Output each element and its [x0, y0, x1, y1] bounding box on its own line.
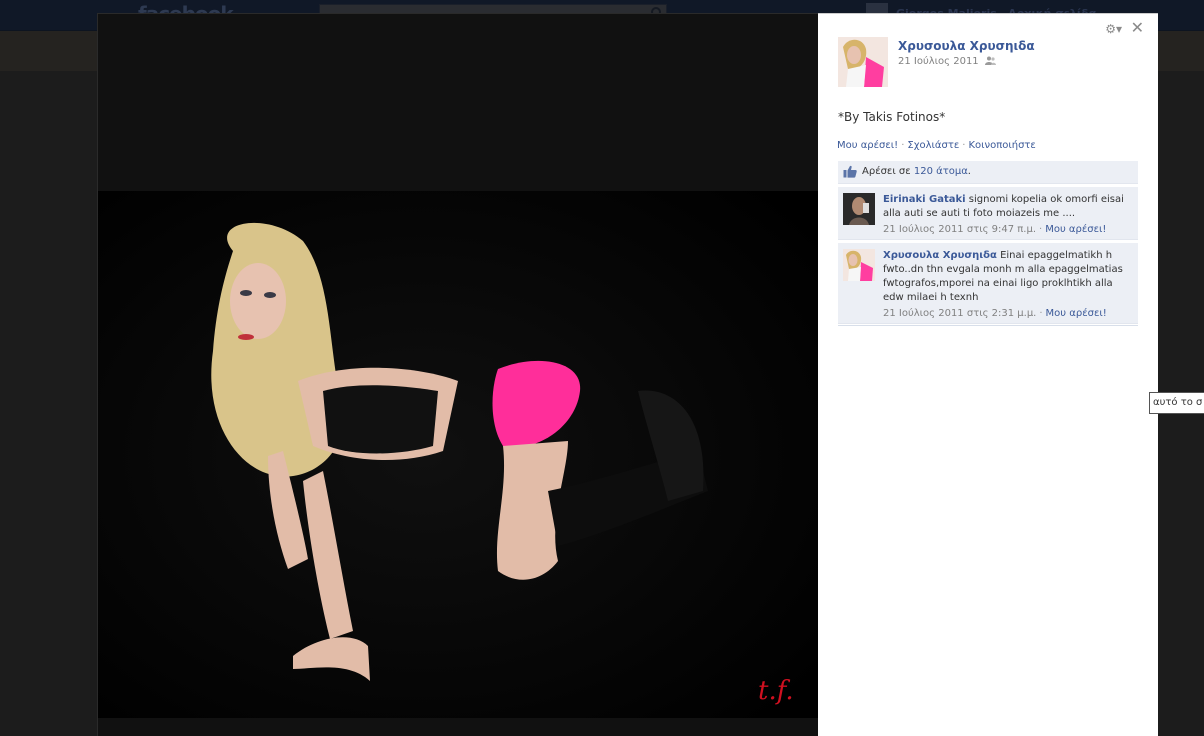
- close-icon[interactable]: ✕: [1131, 18, 1144, 37]
- comment-like-link[interactable]: Μου αρέσει!: [1046, 308, 1107, 319]
- owner-name-link[interactable]: Χρυσουλα Χρυσηιδα: [898, 39, 1035, 53]
- panel-divider: [838, 325, 1138, 326]
- photo-watermark: t.f.: [758, 676, 794, 706]
- comment-meta: 21 Ιούλιος 2011 στις 2:31 μ.μ. · Μου αρέσε…: [883, 308, 1107, 319]
- friends-icon[interactable]: [984, 56, 996, 65]
- comment-item: Χρυσουλα Χρυσηιδα Einai epaggelmatikh h …: [838, 242, 1138, 324]
- post-date: 21 Ιούλιος 2011: [898, 56, 996, 67]
- photo-caption: *By Takis Fotinos*: [838, 110, 946, 124]
- comment-time: 21 Ιούλιος 2011 στις 2:31 μ.μ.: [883, 308, 1037, 319]
- comment-link[interactable]: Σχολιάστε: [907, 140, 959, 151]
- comment-body: Χρυσουλα Χρυσηιδα Einai epaggelmatikh h …: [883, 249, 1131, 305]
- gear-dropdown-icon[interactable]: ⚙▾: [1105, 22, 1122, 36]
- thumbs-up-icon: [843, 165, 857, 178]
- share-link[interactable]: Κοινοποιήστε: [968, 140, 1035, 151]
- photo-image: t.f.: [98, 191, 819, 718]
- comment-author-link[interactable]: Χρυσουλα Χρυσηιδα: [883, 250, 997, 261]
- side-tooltip: αυτό το σ: [1149, 392, 1204, 414]
- likes-count-link[interactable]: 120 άτομα: [914, 166, 968, 177]
- likes-summary: Αρέσει σε 120 άτομα.: [838, 161, 1138, 184]
- post-actions: Μου αρέσει! · Σχολιάστε · Κοινοποιήστε: [837, 140, 1036, 151]
- comment-time: 21 Ιούλιος 2011 στις 9:47 π.μ.: [883, 224, 1037, 235]
- photo-side-panel: ⚙▾ ✕ Χρυσουλα Χρυσηιδα 21 Ιούλιος 2011 *…: [818, 13, 1158, 736]
- action-separator: ·: [962, 140, 966, 151]
- likes-suffix: .: [967, 166, 971, 177]
- likes-prefix: Αρέσει σε: [862, 166, 911, 177]
- comment-avatar[interactable]: [843, 249, 875, 281]
- comment-avatar[interactable]: [843, 193, 875, 225]
- like-link[interactable]: Μου αρέσει!: [837, 140, 898, 151]
- photo[interactable]: t.f.: [98, 191, 819, 718]
- comment-body: Eirinaki Gataki signomi kopelia ok omorf…: [883, 193, 1131, 221]
- post-date-text: 21 Ιούλιος 2011: [898, 56, 979, 67]
- comment-meta: 21 Ιούλιος 2011 στις 9:47 π.μ. · Μου αρέσε…: [883, 224, 1106, 235]
- comment-item: Eirinaki Gataki signomi kopelia ok omorf…: [838, 186, 1138, 240]
- comment-like-link[interactable]: Μου αρέσει!: [1045, 224, 1106, 235]
- meta-separator: ·: [1039, 308, 1043, 319]
- owner-avatar[interactable]: [838, 37, 888, 87]
- comment-author-link[interactable]: Eirinaki Gataki: [883, 194, 966, 205]
- meta-separator: ·: [1039, 224, 1043, 235]
- photo-stage[interactable]: t.f.: [97, 13, 819, 736]
- action-separator: ·: [901, 140, 905, 151]
